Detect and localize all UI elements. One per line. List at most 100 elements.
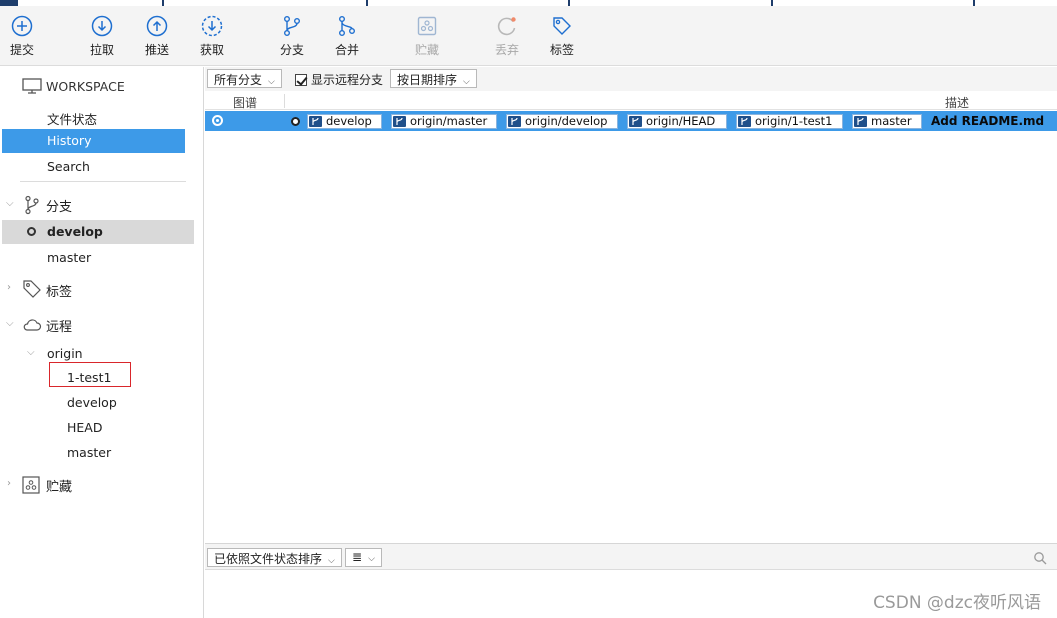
show-remote-branches-checkbox[interactable]: 显示远程分支 bbox=[295, 71, 383, 88]
branch-badge-icon bbox=[508, 116, 521, 127]
remote-branch-head[interactable]: HEAD bbox=[67, 420, 102, 435]
history-label: History bbox=[47, 133, 92, 148]
description-column-header[interactable]: 描述 bbox=[945, 94, 969, 111]
chevron-down-icon: ⌵ bbox=[268, 77, 275, 87]
sidebar: WORKSPACE 文件状态 History Search ⌵ 分支 devel… bbox=[0, 67, 204, 618]
sidebar-branch-master[interactable]: master bbox=[47, 250, 91, 265]
ref-badge-origin-1-test1[interactable]: origin/1-test1 bbox=[736, 114, 843, 129]
commit-list-header: 图谱 描述 bbox=[205, 92, 1057, 110]
sort-order-dropdown[interactable]: 按日期排序 ⌵ bbox=[390, 69, 477, 88]
ref-label: origin/develop bbox=[525, 114, 608, 128]
branch-badge-icon bbox=[738, 116, 751, 127]
sidebar-item-file-status[interactable]: 文件状态 bbox=[47, 109, 97, 128]
chevron-down-icon: ⌵ bbox=[6, 318, 14, 329]
tag-icon bbox=[553, 17, 571, 35]
chevron-right-icon: › bbox=[7, 478, 11, 489]
branch-icon bbox=[25, 195, 39, 215]
chevron-right-icon: › bbox=[7, 282, 11, 293]
pull-label: 拉取 bbox=[89, 43, 114, 57]
sidebar-item-search[interactable]: Search bbox=[47, 159, 90, 174]
branch-filter-value: 所有分支 bbox=[214, 73, 263, 87]
graph-node-icon bbox=[212, 115, 223, 126]
branches-section-header[interactable]: ⌵ 分支 bbox=[0, 195, 190, 215]
branch-filter-dropdown[interactable]: 所有分支 ⌵ bbox=[207, 69, 282, 88]
cloud-icon bbox=[23, 319, 42, 331]
commit-row[interactable]: develop origin/master origin/develop ori… bbox=[205, 111, 1057, 131]
stashes-header-label: 贮藏 bbox=[46, 480, 73, 495]
remote-branch-label: develop bbox=[67, 395, 117, 410]
fetch-label: 获取 bbox=[199, 43, 224, 57]
sidebar-item-history[interactable]: History bbox=[2, 129, 185, 153]
file-status-label: 文件状态 bbox=[47, 112, 98, 127]
chevron-down-icon: ⌵ bbox=[463, 77, 470, 87]
merge-button[interactable]: 合并 bbox=[322, 14, 372, 58]
commit-label: 提交 bbox=[9, 43, 34, 57]
search-icon[interactable] bbox=[1033, 551, 1047, 565]
workspace-title: WORKSPACE bbox=[46, 79, 125, 94]
stashes-section-header[interactable]: › 贮藏 bbox=[0, 475, 190, 495]
discard-label: 丢弃 bbox=[494, 43, 519, 57]
stash-label: 贮藏 bbox=[414, 43, 439, 57]
chevron-down-icon: ⌵ bbox=[6, 198, 14, 209]
ref-badge-master[interactable]: master bbox=[852, 114, 922, 129]
list-view-icon: ≣ bbox=[352, 550, 363, 564]
highlight-box bbox=[49, 362, 131, 387]
tags-header-label: 标签 bbox=[46, 285, 73, 300]
remote-branch-master[interactable]: master bbox=[67, 445, 111, 460]
discard-button[interactable]: 丢弃 bbox=[482, 14, 532, 58]
chevron-down-icon: ⌵ bbox=[328, 556, 335, 566]
history-filter-bar: 所有分支 ⌵ 显示远程分支 按日期排序 ⌵ bbox=[205, 67, 1057, 91]
branch-badge-icon bbox=[309, 116, 322, 127]
branch-badge-icon bbox=[854, 116, 867, 127]
remotes-section-header[interactable]: ⌵ 远程 bbox=[0, 315, 190, 335]
stash-button[interactable]: 贮藏 bbox=[402, 14, 452, 58]
pull-button[interactable]: 拉取 bbox=[77, 14, 127, 58]
discard-icon bbox=[497, 17, 516, 36]
branch-label: develop bbox=[47, 224, 103, 239]
push-button[interactable]: 推送 bbox=[132, 14, 182, 58]
file-sort-value: 已依照文件状态排序 bbox=[214, 552, 323, 566]
ref-label: master bbox=[871, 114, 912, 128]
commit-message: Add README.md bbox=[931, 114, 1045, 128]
commit-button[interactable]: 提交 bbox=[0, 14, 47, 58]
tags-section-header[interactable]: › 标签 bbox=[0, 279, 190, 300]
branch-icon bbox=[283, 16, 300, 37]
graph-column-header[interactable]: 图谱 bbox=[233, 94, 257, 111]
file-sort-dropdown[interactable]: 已依照文件状态排序 ⌵ bbox=[207, 548, 342, 567]
remote-name-label: origin bbox=[47, 346, 83, 361]
ref-badge-develop[interactable]: develop bbox=[307, 114, 382, 129]
branch-badge-icon bbox=[629, 116, 642, 127]
checkbox-checked-icon bbox=[295, 74, 307, 86]
ref-label: origin/1-test1 bbox=[755, 114, 833, 128]
branches-header-label: 分支 bbox=[46, 200, 73, 215]
push-label: 推送 bbox=[144, 43, 169, 57]
branch-label: 分支 bbox=[279, 43, 304, 57]
branch-label: master bbox=[47, 250, 92, 265]
main-toolbar: 提交 拉取 推送 获取 分支 合并 贮藏 丢弃 标签 bbox=[0, 6, 1057, 66]
sidebar-divider bbox=[20, 181, 186, 182]
ref-badge-origin-develop[interactable]: origin/develop bbox=[506, 114, 618, 129]
ref-label: origin/HEAD bbox=[646, 114, 716, 128]
remote-branch-label: master bbox=[67, 445, 112, 460]
plus-circle-icon bbox=[11, 15, 33, 37]
fetch-button[interactable]: 获取 bbox=[187, 14, 237, 58]
remote-branch-develop[interactable]: develop bbox=[67, 395, 117, 410]
remote-branch-label: HEAD bbox=[67, 420, 103, 435]
branch-button[interactable]: 分支 bbox=[267, 14, 317, 58]
tag-button[interactable]: 标签 bbox=[537, 14, 587, 58]
view-mode-dropdown[interactable]: ≣ ⌵ bbox=[345, 548, 382, 567]
monitor-icon bbox=[22, 78, 42, 94]
ref-label: origin/master bbox=[410, 114, 488, 128]
stash-icon bbox=[22, 476, 40, 494]
ref-badge-origin-master[interactable]: origin/master bbox=[391, 114, 497, 129]
file-list-toolbar: 已依照文件状态排序 ⌵ ≣ ⌵ bbox=[205, 543, 1057, 570]
remote-origin[interactable]: ⌵ origin bbox=[0, 345, 190, 363]
sort-order-value: 按日期排序 bbox=[397, 73, 458, 87]
column-separator[interactable] bbox=[284, 94, 285, 108]
arrow-up-circle-icon bbox=[146, 15, 168, 37]
current-branch-dot-icon bbox=[27, 227, 36, 236]
ref-badge-origin-head[interactable]: origin/HEAD bbox=[627, 114, 727, 129]
sidebar-branch-develop[interactable]: develop bbox=[2, 220, 194, 244]
remotes-header-label: 远程 bbox=[46, 320, 73, 335]
search-label: Search bbox=[47, 159, 90, 174]
